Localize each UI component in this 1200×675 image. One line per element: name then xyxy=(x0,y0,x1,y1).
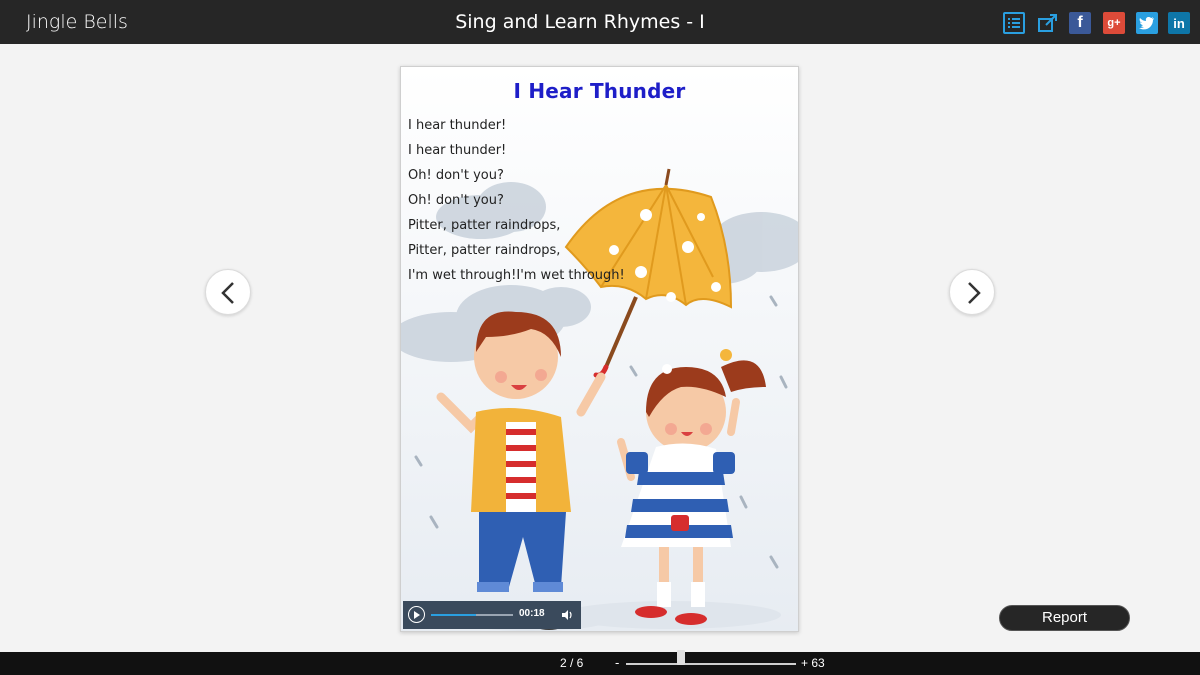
play-icon[interactable] xyxy=(408,606,425,623)
zoom-out-button[interactable]: - xyxy=(615,655,619,670)
volume-icon[interactable] xyxy=(561,609,573,621)
bottom-bar: 2 / 6 - + 63 xyxy=(0,652,1200,675)
poem-lines: I hear thunder! I hear thunder! Oh! don'… xyxy=(408,113,625,288)
report-button[interactable]: Report xyxy=(999,605,1130,631)
previous-page-button[interactable] xyxy=(205,269,251,315)
poem-line: Pitter, patter raindrops, xyxy=(408,218,561,233)
book-page: I Hear Thunder I hear thunder! I hear th… xyxy=(400,66,799,632)
poem-line: Oh! don't you? xyxy=(408,193,504,208)
chevron-right-icon xyxy=(968,282,981,304)
google-plus-icon[interactable]: g+ xyxy=(1103,12,1125,34)
facebook-icon[interactable]: f xyxy=(1069,12,1091,34)
next-page-button[interactable] xyxy=(949,269,995,315)
twitter-icon[interactable] xyxy=(1136,12,1158,34)
audio-player: 00:18 xyxy=(403,601,581,629)
page-counter: 2 / 6 xyxy=(560,656,584,670)
audio-time: 00:18 xyxy=(519,608,545,619)
book-title: Sing and Learn Rhymes - I xyxy=(455,11,705,33)
poem-line: I'm wet through!I'm wet through! xyxy=(408,268,625,283)
zoom-slider-track[interactable] xyxy=(626,663,796,665)
poem-line: I hear thunder! xyxy=(408,143,507,158)
external-link-icon[interactable] xyxy=(1037,12,1059,34)
poem-line: Pitter, patter raindrops, xyxy=(408,243,561,258)
list-icon[interactable] xyxy=(1003,12,1025,34)
audio-progress-bar[interactable] xyxy=(431,614,513,616)
poem-title: I Hear Thunder xyxy=(513,79,686,103)
zoom-slider-thumb[interactable] xyxy=(677,650,685,665)
poem-line: I hear thunder! xyxy=(408,118,507,133)
chevron-left-icon xyxy=(221,282,234,304)
audio-progress-fill xyxy=(431,614,477,616)
poem-line: Oh! don't you? xyxy=(408,168,504,183)
linkedin-icon[interactable]: in xyxy=(1168,12,1190,34)
zoom-in-button[interactable]: + 63 xyxy=(801,656,825,670)
top-bar: Jingle Bells Sing and Learn Rhymes - I f… xyxy=(0,0,1200,44)
